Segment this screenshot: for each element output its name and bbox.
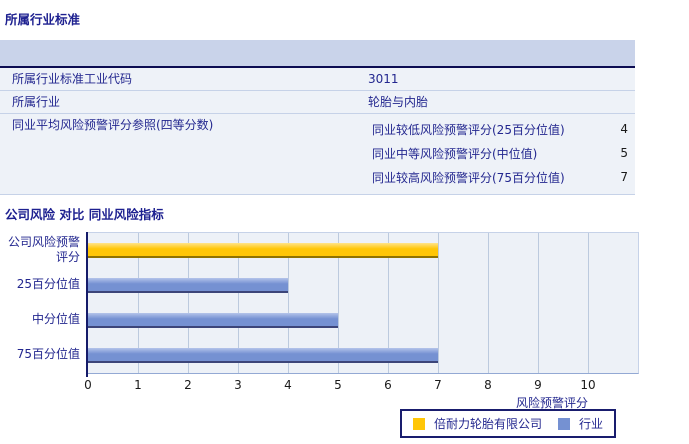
x-axis-ticks: 0 1 2 3 4 5 6 7 8 9 10 — [84, 377, 638, 393]
subrow-median: 同业中等风险预警评分(中位值) 5 — [368, 141, 635, 165]
row-label: 所属行业 — [12, 95, 61, 109]
industry-standard-table: 所属行业标准工业代码 3011 所属行业 轮胎与内胎 同业平均风险预警评分参照(… — [0, 40, 635, 195]
peer-score-subtable: 同业较低风险预警评分(25百分位值) 4 同业中等风险预警评分(中位值) 5 同… — [368, 114, 635, 194]
subrow-label: 同业中等风险预警评分(中位值) — [372, 146, 538, 161]
subrow-value: 5 — [620, 146, 628, 160]
table-row-industry: 所属行业 轮胎与内胎 — [0, 91, 635, 114]
legend: 倍耐力轮胎有限公司 行业 — [400, 409, 617, 438]
legend-series-label: 倍耐力轮胎有限公司 — [434, 417, 543, 431]
legend-item: 行业 — [558, 415, 603, 432]
y-category-label: 75百分位值 — [16, 347, 80, 361]
risk-comparison-bar-chart: 公司风险预警评分 25百分位值 中分位值 75百分位值 0 1 2 3 4 5 6 7 8 9 10 风险… — [0, 232, 689, 444]
row-label: 所属行业标准工业代码 — [12, 72, 133, 86]
subrow-25th-percentile: 同业较低风险预警评分(25百分位值) 4 — [368, 117, 635, 141]
subrow-value: 7 — [620, 170, 628, 184]
gridline — [538, 233, 539, 373]
table-header-band — [0, 40, 635, 68]
table-row-industry-code: 所属行业标准工业代码 3011 — [0, 68, 635, 91]
x-tick-label: 1 — [134, 378, 142, 392]
row-value: 轮胎与内胎 — [368, 95, 429, 109]
bar-75百分位值 — [88, 348, 438, 363]
subrow-label: 同业较高风险预警评分(75百分位值) — [372, 170, 565, 185]
x-tick-label: 2 — [184, 378, 192, 392]
x-tick-label: 4 — [284, 378, 292, 392]
legend-series-label: 行业 — [579, 417, 604, 431]
bar-25百分位值 — [88, 278, 288, 293]
legend-item: 倍耐力轮胎有限公司 — [413, 415, 542, 432]
bar-中分位值 — [88, 313, 338, 328]
subrow-value: 4 — [620, 122, 628, 136]
gridline — [588, 233, 589, 373]
x-tick-label: 3 — [234, 378, 242, 392]
y-category-label: 25百分位值 — [16, 277, 80, 291]
y-category-label: 中分位值 — [31, 312, 80, 326]
x-tick-label: 5 — [334, 378, 342, 392]
bar-公司风险预警评分 — [88, 243, 438, 258]
x-tick-label: 10 — [580, 378, 596, 392]
x-tick-label: 9 — [534, 378, 542, 392]
chart-section-title: 公司风险 对比 同业风险指标 — [5, 207, 164, 222]
x-tick-label: 7 — [434, 378, 442, 392]
subrow-75th-percentile: 同业较高风险预警评分(75百分位值) 7 — [368, 165, 635, 189]
x-tick-label: 8 — [484, 378, 492, 392]
x-tick-label: 6 — [384, 378, 392, 392]
subrow-label: 同业较低风险预警评分(25百分位值) — [372, 122, 565, 137]
industry-section-title: 所属行业标准 — [5, 12, 81, 27]
plot-area — [88, 232, 639, 374]
x-tick-label: 0 — [84, 378, 92, 392]
y-axis-labels: 公司风险预警评分 25百分位值中分位值 75百分位值 — [0, 232, 82, 372]
table-row-peer-scores: 同业平均风险预警评分参照(四等分数) 同业较低风险预警评分(25百分位值) 4 … — [0, 114, 635, 195]
gridline — [488, 233, 489, 373]
row-value: 3011 — [368, 72, 399, 86]
page: 所属行业标准 所属行业标准工业代码 3011 所属行业 轮胎与内胎 同业平均风险… — [0, 0, 689, 444]
y-category-label: 公司风险预警评分 — [7, 234, 80, 264]
gridline — [438, 233, 439, 373]
row-label: 同业平均风险预警评分参照(四等分数) — [12, 118, 214, 132]
